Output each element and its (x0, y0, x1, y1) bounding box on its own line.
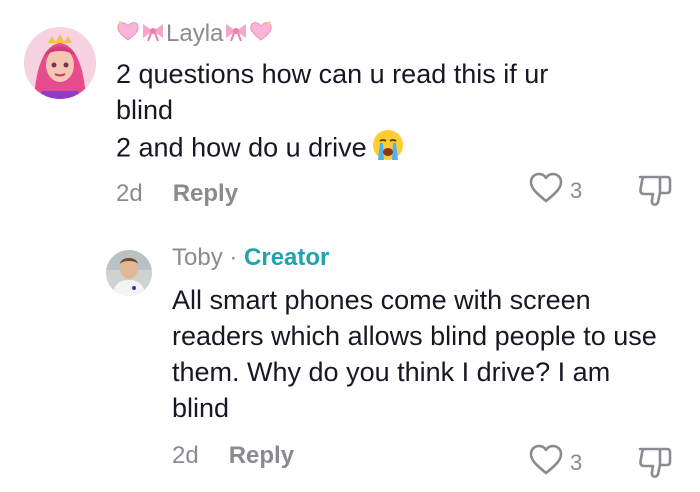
comment-text: 2 questions how can u read this if ur bl… (116, 56, 616, 171)
loudly-crying-face-icon (371, 128, 405, 171)
heart-outline-icon (528, 444, 564, 482)
timestamp: 2d (116, 180, 143, 207)
comment-line: blind (116, 95, 174, 125)
creator-badge: Creator (244, 244, 330, 271)
comment-line-text: 2 and how do u drive (116, 132, 367, 163)
dislike-button[interactable] (636, 172, 674, 213)
username[interactable]: Layla (116, 20, 273, 49)
bow-icon (223, 20, 249, 49)
username[interactable]: Toby · Creator (172, 244, 329, 272)
heart-outline-icon (528, 172, 564, 210)
timestamp: 2d (172, 442, 199, 469)
comment-text: All smart phones come with screen reader… (172, 285, 657, 423)
comment-line: 2 questions how can u read this if ur (116, 59, 549, 89)
comment-meta: 2d Reply (116, 180, 238, 208)
heart-sparkle-icon (116, 20, 140, 49)
username-text: Toby (172, 244, 223, 271)
username-text: Layla (166, 20, 224, 47)
heart-sparkle-icon (249, 20, 273, 49)
comment-line: 2 and how do u drive (116, 128, 616, 171)
thumbs-down-icon (636, 447, 674, 484)
avatar[interactable] (24, 27, 96, 99)
like-button[interactable]: 3 (528, 172, 582, 210)
bow-icon (140, 20, 166, 49)
avatar[interactable] (106, 250, 152, 296)
comment-meta: 2d Reply (172, 442, 294, 470)
reply-button[interactable]: Reply (229, 442, 294, 469)
dislike-button[interactable] (636, 444, 674, 485)
reply-button[interactable]: Reply (173, 180, 238, 207)
like-count: 3 (570, 178, 583, 203)
separator: · (222, 244, 245, 271)
like-count: 3 (570, 450, 583, 475)
like-button[interactable]: 3 (528, 444, 582, 482)
thumbs-down-icon (636, 175, 674, 212)
